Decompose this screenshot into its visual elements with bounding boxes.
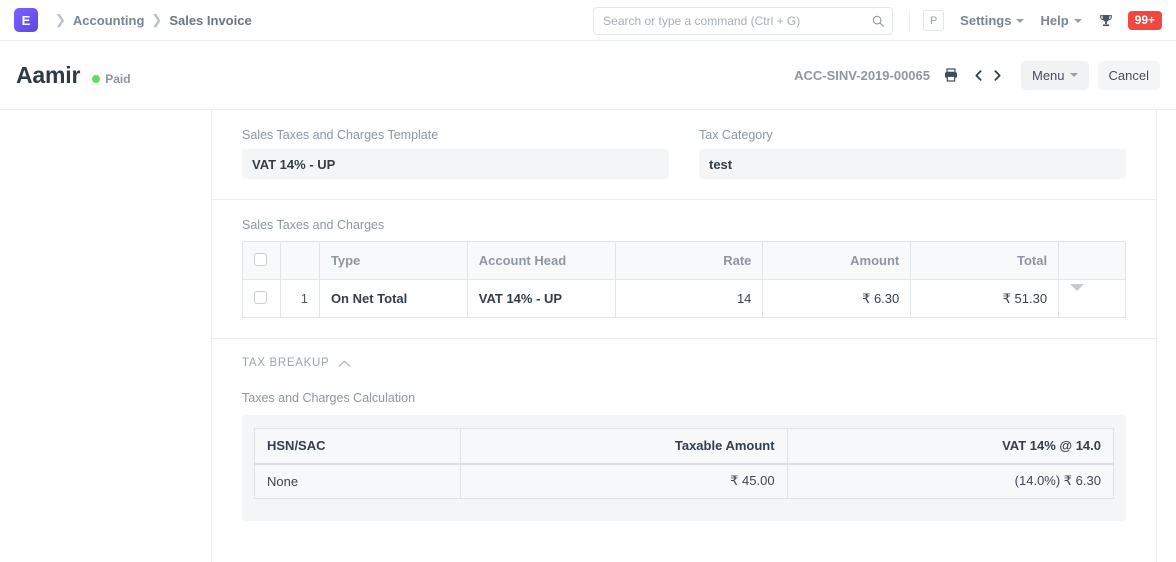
tax-breakup-container: HSN/SAC Taxable Amount VAT 14% @ 14.0 No…	[242, 415, 1126, 521]
section-sales-taxes-charges: Sales Taxes and Charges Type Account Hea…	[212, 200, 1156, 339]
breadcrumb-item-sales-invoice[interactable]: Sales Invoice	[169, 13, 251, 28]
navbar-right-group: P Settings Help 99+	[593, 0, 1162, 41]
chevron-left-icon	[975, 69, 982, 81]
page-title-group: Aamir Paid	[16, 62, 131, 89]
field-sales-taxes-template: Sales Taxes and Charges Template VAT 14%…	[242, 128, 669, 179]
column-header-rate[interactable]: Rate	[615, 241, 764, 280]
navbar-divider	[909, 9, 911, 32]
record-navigation	[969, 68, 1007, 83]
print-button[interactable]	[943, 67, 959, 83]
document-id: ACC-SINV-2019-00065	[794, 67, 930, 83]
previous-record-button[interactable]	[969, 68, 988, 83]
chevron-down-icon	[1016, 18, 1025, 23]
chevron-up-icon	[338, 360, 351, 367]
search-input[interactable]	[593, 6, 894, 35]
breadcrumb: ❯ Accounting ❯ Sales Invoice	[48, 12, 252, 28]
cell-total[interactable]: ₹ 51.30	[910, 279, 1060, 318]
field-label: Sales Taxes and Charges Template	[242, 128, 439, 142]
table-row[interactable]: 1 On Net Total VAT 14% - UP 14 ₹ 6.30 ₹ …	[242, 279, 1126, 318]
page-header: Aamir Paid ACC-SINV-2019-00065 Menu Canc…	[0, 41, 1176, 110]
menu-button[interactable]: Menu	[1021, 60, 1089, 90]
column-header-type[interactable]: Type	[319, 241, 468, 280]
column-header-total[interactable]: Total	[910, 241, 1060, 280]
cell-taxable-amount: ₹ 45.00	[460, 463, 788, 499]
chevron-right-icon	[994, 69, 1001, 81]
avatar[interactable]: P	[923, 10, 945, 31]
breadcrumb-separator-icon: ❯	[151, 12, 163, 27]
tax-category-value[interactable]: test	[699, 149, 1126, 179]
row-select-cell[interactable]	[242, 279, 282, 318]
table-row: None ₹ 45.00 (14.0%) ₹ 6.30	[254, 463, 1114, 499]
calculation-label: Taxes and Charges Calculation	[242, 391, 416, 405]
status-label: Paid	[105, 71, 131, 86]
right-gutter	[1157, 110, 1176, 562]
index-header	[280, 241, 320, 280]
table-header-row: Type Account Head Rate Amount Total	[242, 241, 1126, 280]
select-all-cell[interactable]	[242, 241, 282, 280]
table-header-row: HSN/SAC Taxable Amount VAT 14% @ 14.0	[254, 428, 1114, 465]
cell-type[interactable]: On Net Total	[319, 279, 468, 318]
left-sidebar	[0, 110, 212, 562]
form-main-column: Sales Taxes and Charges Template VAT 14%…	[212, 110, 1157, 562]
settings-dropdown[interactable]: Settings	[960, 13, 1025, 28]
page-header-actions: ACC-SINV-2019-00065 Menu Cancel	[794, 60, 1160, 90]
status-badge: Paid	[92, 71, 131, 86]
column-header-amount[interactable]: Amount	[762, 241, 912, 280]
row-checkbox[interactable]	[254, 290, 267, 304]
field-label: Tax Category	[699, 128, 773, 142]
breadcrumb-item-accounting[interactable]: Accounting	[73, 13, 145, 28]
section-title: TAX BREAKUP	[242, 357, 330, 369]
status-dot-icon	[92, 74, 101, 83]
cell-account-head[interactable]: VAT 14% - UP	[467, 279, 616, 318]
cell-amount[interactable]: ₹ 6.30	[762, 279, 912, 318]
column-header-actions	[1058, 241, 1126, 280]
page-body: Sales Taxes and Charges Template VAT 14%…	[0, 110, 1176, 562]
collapse-toggle[interactable]	[338, 359, 351, 368]
section-taxes-template: Sales Taxes and Charges Template VAT 14%…	[212, 110, 1156, 200]
select-all-checkbox[interactable]	[254, 252, 267, 266]
cell-vat-amount: (14.0%) ₹ 6.30	[787, 463, 1114, 499]
column-header-vat: VAT 14% @ 14.0	[787, 428, 1114, 465]
chevron-down-icon	[1073, 18, 1082, 23]
row-expand-cell[interactable]	[1058, 279, 1126, 318]
column-header-account-head[interactable]: Account Head	[467, 241, 616, 280]
column-header-hsn-sac: HSN/SAC	[254, 428, 462, 465]
search-container	[593, 6, 894, 35]
column-header-taxable-amount: Taxable Amount	[460, 428, 788, 465]
chevron-down-icon	[1069, 73, 1078, 77]
cell-hsn-sac: None	[254, 463, 462, 499]
printer-icon	[945, 68, 957, 82]
tax-breakup-table: HSN/SAC Taxable Amount VAT 14% @ 14.0 No…	[254, 428, 1114, 499]
trophy-button[interactable]	[1098, 13, 1114, 29]
notification-badge[interactable]: 99+	[1127, 11, 1162, 30]
breadcrumb-separator-icon: ❯	[55, 12, 66, 27]
settings-label: Settings	[960, 13, 1012, 28]
grid-label: Sales Taxes and Charges	[242, 218, 385, 232]
page-title: Aamir	[16, 61, 81, 88]
cell-rate[interactable]: 14	[615, 279, 764, 318]
sales-taxes-template-value[interactable]: VAT 14% - UP	[242, 149, 669, 179]
sales-taxes-charges-table: Type Account Head Rate Amount Total 1 On…	[242, 241, 1126, 318]
menu-label: Menu	[1032, 67, 1065, 83]
top-navbar: E ❯ Accounting ❯ Sales Invoice P Setting…	[0, 0, 1176, 41]
row-index: 1	[280, 279, 320, 318]
trophy-icon	[1099, 14, 1112, 26]
caret-down-icon[interactable]	[1070, 284, 1085, 306]
help-label: Help	[1040, 13, 1069, 28]
next-record-button[interactable]	[988, 68, 1007, 83]
section-tax-breakup: TAX BREAKUP Taxes and Charges Calculatio…	[212, 339, 1156, 541]
field-tax-category: Tax Category test	[699, 128, 1126, 179]
help-dropdown[interactable]: Help	[1040, 13, 1082, 28]
tax-breakup-header[interactable]: TAX BREAKUP	[242, 357, 1126, 369]
cancel-button[interactable]: Cancel	[1097, 60, 1160, 90]
app-logo[interactable]: E	[14, 8, 38, 32]
